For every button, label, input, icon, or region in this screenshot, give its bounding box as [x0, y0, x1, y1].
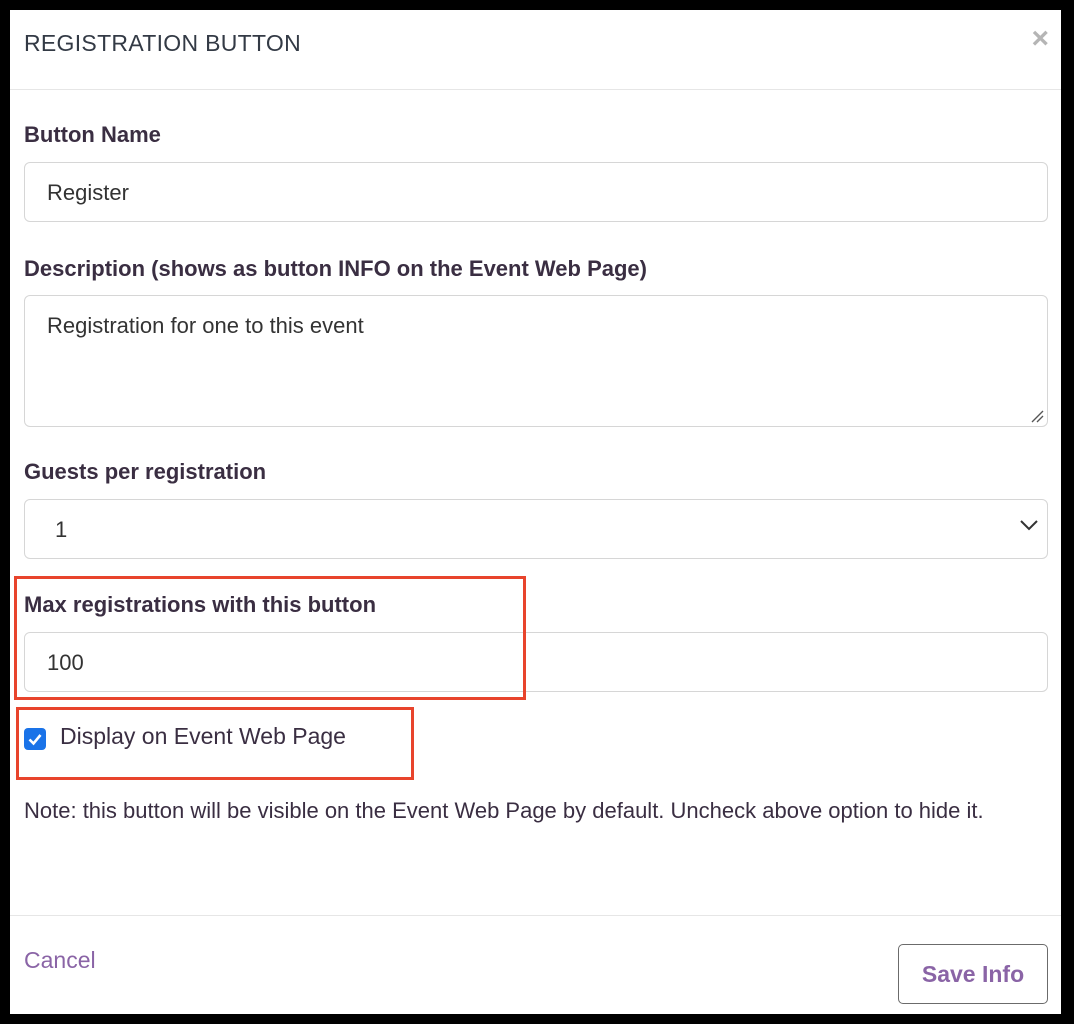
- visibility-note: Note: this button will be visible on the…: [24, 798, 984, 823]
- registration-button-dialog: REGISTRATION BUTTON × Button Name Regist…: [10, 10, 1061, 1014]
- cancel-link[interactable]: Cancel: [24, 947, 96, 974]
- save-info-button[interactable]: Save Info: [898, 944, 1048, 1004]
- dialog-header: REGISTRATION BUTTON ×: [10, 10, 1061, 90]
- highlight-box-display: [16, 707, 414, 780]
- button-name-value: Register: [47, 180, 129, 205]
- footer-divider: [10, 915, 1061, 916]
- button-name-input[interactable]: Register: [24, 162, 1048, 222]
- description-textarea[interactable]: Registration for one to this event: [24, 295, 1048, 427]
- dialog-title: REGISTRATION BUTTON: [24, 30, 302, 56]
- guests-select[interactable]: 1: [24, 499, 1048, 559]
- description-value: Registration for one to this event: [47, 313, 364, 338]
- button-name-label: Button Name: [24, 122, 161, 147]
- guests-label: Guests per registration: [24, 459, 267, 484]
- description-label: Description (shows as button INFO on the…: [24, 256, 647, 281]
- resize-handle-icon[interactable]: [1030, 409, 1044, 423]
- highlight-box-max-registrations: [14, 576, 526, 700]
- chevron-down-icon: [1020, 520, 1038, 531]
- close-icon[interactable]: ×: [1031, 24, 1049, 54]
- guests-selected-value: 1: [55, 517, 68, 542]
